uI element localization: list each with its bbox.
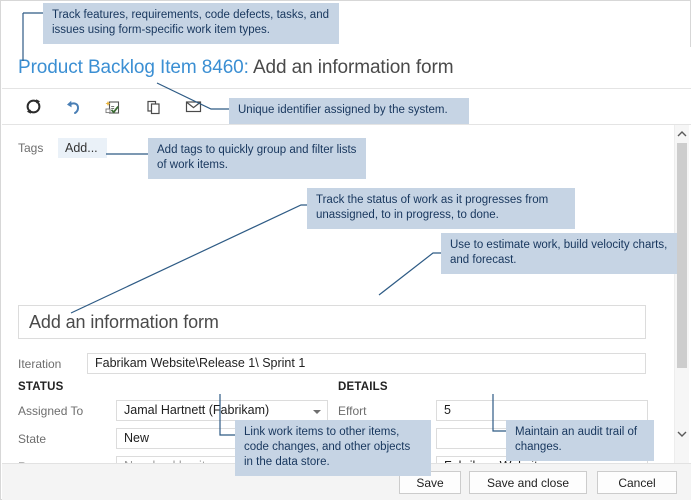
callout-links: Link work items to other items, code cha… (235, 420, 431, 476)
work-item-form-window: Product Backlog Item 8460: Add an inform… (0, 0, 691, 500)
callout-effort: Use to estimate work, build velocity cha… (441, 233, 677, 274)
callout-work-item-types: Track features, requirements, code defec… (43, 3, 339, 44)
callout-history: Maintain an audit trail of changes. (506, 420, 654, 461)
callout-status: Track the status of work as it progresse… (307, 188, 575, 229)
callout-unique-identifier: Unique identifier assigned by the system… (229, 98, 469, 124)
callout-tags: Add tags to quickly group and filter lis… (148, 138, 366, 179)
